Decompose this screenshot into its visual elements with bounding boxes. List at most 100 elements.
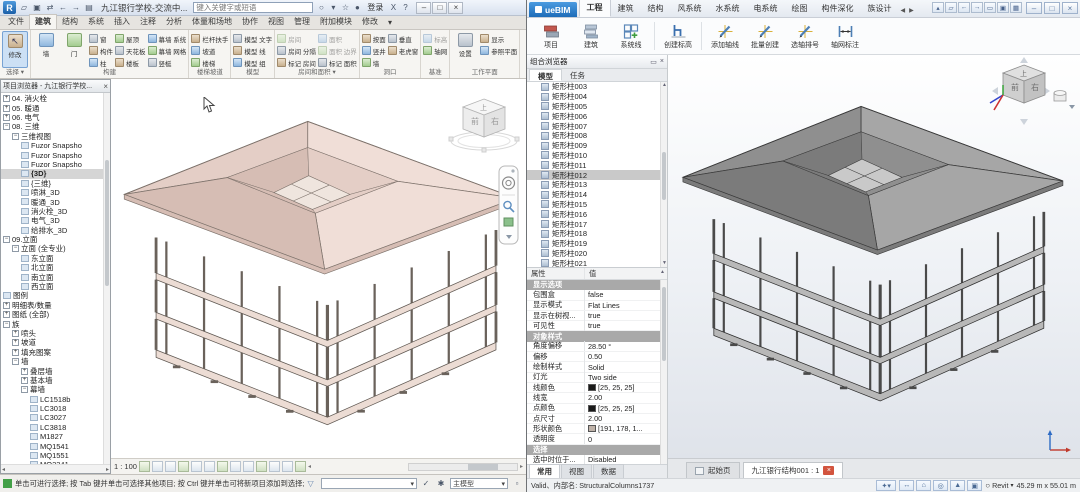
ribbon-button[interactable]: 模型 文字 xyxy=(233,33,272,44)
shadows-icon[interactable] xyxy=(178,461,189,472)
list-item[interactable]: 矩形柱017 xyxy=(527,219,667,229)
ribbon-button[interactable]: 门 xyxy=(61,31,87,68)
scroll-right-icon[interactable]: ▸ xyxy=(520,463,523,470)
tree-expander-icon[interactable]: + xyxy=(3,105,10,112)
tree-item[interactable]: +喷头 xyxy=(1,329,110,338)
ribbon-button[interactable]: 轴网 xyxy=(423,45,447,56)
ribbon-button[interactable]: 标记 面积 xyxy=(318,57,357,68)
panel-icon[interactable]: ▱ xyxy=(945,2,957,13)
tree-expander-icon[interactable]: + xyxy=(21,368,28,375)
tab-体量和场地[interactable]: 体量和场地 xyxy=(187,15,237,29)
pin-icon[interactable]: ▴ xyxy=(932,2,944,13)
save-icon[interactable]: ▣ xyxy=(31,2,43,14)
ribbon-button[interactable]: 按面 xyxy=(362,33,386,44)
ribbon-button[interactable]: 竖梃 xyxy=(148,57,187,68)
tree-item[interactable]: −08. 三维 xyxy=(1,122,110,131)
lock-3d-icon[interactable] xyxy=(230,461,241,472)
ribbon-button[interactable]: 坡道 xyxy=(191,45,228,56)
tree-item[interactable]: MQ1541 xyxy=(1,441,110,450)
tree-expander-icon[interactable]: + xyxy=(12,349,19,356)
tree-horizontal-scrollbar[interactable]: ◂ ▸ xyxy=(1,464,110,473)
property-value[interactable]: Two side xyxy=(585,373,667,382)
ribbon-button[interactable]: 墙 xyxy=(33,31,59,68)
tab-系统[interactable]: 系统 xyxy=(83,15,109,29)
tree-item[interactable]: Fuzor Snapsho xyxy=(1,150,110,159)
scroll-thumb[interactable] xyxy=(662,152,666,200)
list-item[interactable]: 矩形柱013 xyxy=(527,180,667,190)
tree-item[interactable]: Fuzor Snapsho xyxy=(1,141,110,150)
property-value[interactable]: 28.50 ° xyxy=(585,342,667,351)
tab-视图[interactable]: 视图 xyxy=(263,15,289,29)
list-item[interactable]: 矩形柱007 xyxy=(527,121,667,131)
ribbon-button[interactable]: 垂直 xyxy=(388,33,419,44)
infocenter-icon[interactable]: ▾ xyxy=(327,2,339,14)
revit-logo-icon[interactable]: R xyxy=(3,1,16,14)
property-value[interactable]: Solid xyxy=(585,363,667,372)
list-item[interactable]: 矩形柱016 xyxy=(527,209,667,219)
tab-建筑[interactable]: 建筑 xyxy=(29,14,57,29)
user-icon[interactable]: ● xyxy=(351,2,363,14)
temporary-view-icon[interactable] xyxy=(282,461,293,472)
tree-item[interactable]: +叠层墙 xyxy=(1,366,110,375)
worksets-combo[interactable]: ▾ xyxy=(321,478,417,489)
tree-vertical-scrollbar[interactable] xyxy=(103,93,110,464)
snapshot-icon[interactable]: ▣ xyxy=(967,480,982,491)
list-item[interactable]: 矩形柱003 xyxy=(527,82,667,92)
tree-expander-icon[interactable]: − xyxy=(12,358,19,365)
close-icon[interactable]: × xyxy=(660,58,664,66)
ribbon-button[interactable]: 天花板 xyxy=(115,45,146,56)
analytical-model-icon[interactable] xyxy=(295,461,306,472)
close-icon[interactable]: × xyxy=(823,466,834,475)
ribbon-button[interactable]: 模型 线 xyxy=(233,45,272,56)
home-view-icon[interactable]: ⌂ xyxy=(916,480,931,491)
ribbon-button[interactable]: 显示 xyxy=(480,33,517,44)
tab-电系统[interactable]: 电系统 xyxy=(747,1,785,17)
modify-states-icon[interactable]: ▾ xyxy=(383,17,397,29)
ribbon-button[interactable]: 墙 xyxy=(362,57,386,68)
tree-item[interactable]: LC3818 xyxy=(1,423,110,432)
tree-expander-icon[interactable]: − xyxy=(12,245,19,252)
scroll-thumb[interactable] xyxy=(662,287,666,361)
tab-协作[interactable]: 协作 xyxy=(237,15,263,29)
tab-结构[interactable]: 结构 xyxy=(641,1,671,17)
tree-expander-icon[interactable]: + xyxy=(12,330,19,337)
property-value[interactable]: [25, 25, 25] xyxy=(585,383,667,392)
tab-文件[interactable]: 文件 xyxy=(3,15,29,29)
ribbon-button[interactable]: 面积 xyxy=(318,33,357,44)
tab-scroll-left-icon[interactable]: ◀ xyxy=(899,4,908,17)
tab-分析[interactable]: 分析 xyxy=(161,15,187,29)
app-mode-chip[interactable]: ○ Revit ▾ xyxy=(985,481,1013,490)
tree-item[interactable]: LC3027 xyxy=(1,413,110,422)
scroll-down-icon[interactable]: ▼ xyxy=(661,260,667,267)
ribbon-button[interactable]: 面积 边界 xyxy=(318,45,357,56)
ribbon-button[interactable]: 房间 分隔 xyxy=(277,45,316,56)
panel-bottom-tab-视图[interactable]: 视图 xyxy=(561,464,592,478)
reveal-hidden-icon[interactable] xyxy=(256,461,267,472)
tree-item[interactable]: 北立面 xyxy=(1,263,110,272)
layout-icon[interactable]: ▦ xyxy=(1010,2,1022,13)
list-item[interactable]: 矩形柱010 xyxy=(527,151,667,161)
ribbon-button[interactable]: 窗 xyxy=(89,33,113,44)
list-vertical-scrollbar[interactable]: ▲ ▼ xyxy=(660,82,667,267)
close-button[interactable]: × xyxy=(1062,2,1078,14)
print-icon[interactable]: ▤ xyxy=(83,2,95,14)
navigation-bar[interactable] xyxy=(498,163,520,249)
tab-水系统[interactable]: 水系统 xyxy=(709,1,747,17)
tree-expander-icon[interactable]: + xyxy=(21,377,28,384)
property-value[interactable]: [191, 178, 1... xyxy=(585,424,667,433)
redo-icon[interactable]: → xyxy=(70,2,82,14)
maximize-button[interactable]: □ xyxy=(432,2,447,14)
worksharing-display-icon[interactable] xyxy=(269,461,280,472)
canvas-horizontal-scrollbar[interactable] xyxy=(408,463,518,471)
undo-icon[interactable]: ← xyxy=(57,2,69,14)
search-icon[interactable]: ○ xyxy=(315,2,327,14)
tree-expander-icon[interactable]: − xyxy=(3,236,10,243)
exchange-apps-icon[interactable]: X xyxy=(387,2,399,14)
panel-tab-任务[interactable]: 任务 xyxy=(562,69,593,81)
ribbon-button[interactable]: 栏杆扶手 xyxy=(191,33,228,44)
viewcube[interactable]: 前右上 xyxy=(444,91,524,159)
property-value[interactable]: 0.50 xyxy=(585,352,667,361)
list-item[interactable]: 矩形柱006 xyxy=(527,111,667,121)
scroll-thumb[interactable] xyxy=(468,464,498,470)
viewcube[interactable]: 前右上 xyxy=(984,57,1076,127)
